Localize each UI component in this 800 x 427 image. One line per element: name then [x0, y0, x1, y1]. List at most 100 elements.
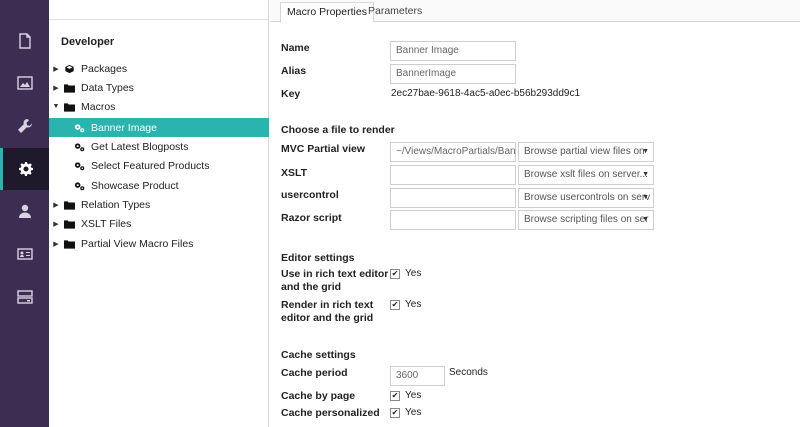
cogs-icon	[71, 161, 87, 171]
use-in-rte-label-line-2: and the grid	[281, 281, 342, 293]
mvc-partial-view-label: MVC Partial view	[281, 143, 366, 155]
tab-bar: Macro Properties Parameters	[270, 0, 800, 23]
mvc-partial-view-input[interactable]: ~/Views/MacroPartials/Bann	[390, 142, 516, 162]
cache-by-page-yes: Yes	[405, 390, 422, 401]
use-in-rte-label: Use in rich text editor and the grid	[281, 268, 388, 294]
cache-period-unit: Seconds	[449, 367, 488, 378]
checkmark-icon: ✔	[390, 407, 400, 418]
media-section-button[interactable]	[0, 62, 49, 104]
settings-section-button[interactable]	[0, 105, 49, 147]
cache-period-label: Cache period	[281, 367, 348, 379]
content-section-button[interactable]	[0, 20, 49, 62]
render-in-rte-label-line-1: Render in rich text	[281, 299, 374, 311]
xslt-browse-text: Browse xslt files on server...	[524, 169, 648, 180]
key-value: 2ec27bae-9618-4ac5-a0ec-b56b293dd9c1	[391, 88, 581, 99]
gear-icon	[19, 162, 33, 176]
folder-icon	[61, 239, 77, 249]
tree-node-xslt-files[interactable]: ▶ XSLT Files	[49, 214, 269, 233]
folder-icon	[61, 219, 77, 229]
checkmark-icon: ✔	[390, 390, 400, 401]
tree-node-data-types[interactable]: ▶ Data Types	[49, 78, 269, 97]
tree-panel: Developer ▶ Packages ▶ Data Types ▼ Macr…	[49, 0, 269, 427]
use-in-rte-yes: Yes	[405, 268, 422, 279]
tree-node-macros[interactable]: ▼ Macros	[49, 97, 269, 116]
alias-label: Alias	[281, 65, 307, 77]
render-in-rte-label: Render in rich text editor and the grid	[281, 299, 373, 325]
render-in-rte-yes: Yes	[405, 299, 422, 310]
chevron-down-icon: ▼	[642, 216, 649, 223]
tree-section-title: Developer	[61, 36, 115, 48]
cache-period-input[interactable]: 3600	[390, 366, 445, 386]
user-icon	[18, 204, 31, 218]
expand-caret-icon[interactable]: ▶	[51, 220, 61, 228]
collapse-caret-icon[interactable]: ▼	[51, 103, 61, 110]
tree-node-packages[interactable]: ▶ Packages	[49, 59, 269, 78]
alias-input[interactable]: BannerImage	[390, 64, 516, 84]
tree-node-relation-types[interactable]: ▶ Relation Types	[49, 195, 269, 214]
xslt-input[interactable]	[390, 165, 516, 185]
expand-caret-icon[interactable]: ▶	[51, 65, 61, 73]
expand-caret-icon[interactable]: ▶	[51, 240, 61, 248]
choose-file-heading: Choose a file to render	[281, 124, 395, 136]
checkmark-icon: ✔	[390, 268, 400, 279]
razor-script-label: Razor script	[281, 212, 342, 224]
tree-node-get-latest-blogposts[interactable]: Get Latest Blogposts	[49, 137, 269, 156]
box-icon	[61, 64, 77, 74]
cache-personalized-yes: Yes	[405, 407, 422, 418]
cache-by-page-label: Cache by page	[281, 390, 356, 402]
cache-personalized-checkbox[interactable]: ✔ Yes	[390, 407, 421, 418]
key-label: Key	[281, 88, 301, 100]
forms-section-button[interactable]	[0, 276, 49, 318]
members-section-button[interactable]	[0, 233, 49, 275]
cogs-icon	[71, 181, 87, 191]
tree-header-bar	[49, 0, 268, 20]
cogs-icon	[71, 123, 87, 133]
razor-script-browse-select[interactable]: Browse scripting files on ser ▼	[518, 210, 654, 230]
xslt-label: XSLT	[281, 167, 308, 179]
name-input[interactable]: Banner Image	[390, 41, 516, 61]
use-in-rte-checkbox[interactable]: ✔ Yes	[390, 268, 421, 279]
users-section-button[interactable]	[0, 190, 49, 232]
use-in-rte-label-line-1: Use in rich text editor	[281, 268, 389, 280]
chevron-down-icon: ▼	[642, 171, 649, 178]
render-in-rte-label-line-2: editor and the grid	[281, 312, 374, 324]
cogs-icon	[71, 142, 87, 152]
id-card-icon	[16, 248, 33, 260]
cache-by-page-checkbox[interactable]: ✔ Yes	[390, 390, 421, 401]
tab-parameters[interactable]: Parameters	[362, 2, 428, 23]
usercontrol-browse-text: Browse usercontrols on serv	[524, 192, 651, 203]
developer-section-button[interactable]	[0, 148, 49, 190]
image-icon	[16, 76, 33, 90]
render-in-rte-checkbox[interactable]: ✔ Yes	[390, 299, 421, 310]
cache-settings-heading: Cache settings	[281, 349, 356, 361]
razor-script-input[interactable]	[390, 210, 516, 230]
checkmark-icon: ✔	[390, 299, 400, 310]
usercontrol-browse-select[interactable]: Browse usercontrols on serv ▼	[518, 188, 654, 208]
chevron-down-icon: ▼	[642, 194, 649, 201]
name-label: Name	[281, 42, 310, 54]
tree-node-showcase-product[interactable]: Showcase Product	[49, 176, 269, 195]
razor-browse-text: Browse scripting files on ser	[524, 214, 649, 225]
expand-caret-icon[interactable]: ▶	[51, 84, 61, 92]
section-rail	[0, 0, 49, 427]
cache-personalized-label: Cache personalized	[281, 407, 380, 419]
mvc-browse-text: Browse partial view files on	[524, 146, 645, 157]
chevron-down-icon: ▼	[642, 148, 649, 155]
xslt-browse-select[interactable]: Browse xslt files on server... ▼	[518, 165, 654, 185]
tree-node-select-featured-products[interactable]: Select Featured Products	[49, 156, 269, 175]
server-icon	[16, 290, 33, 304]
folder-icon	[61, 102, 77, 112]
folder-icon	[61, 83, 77, 93]
document-icon	[18, 33, 31, 49]
usercontrol-label: usercontrol	[281, 189, 339, 201]
editor-settings-heading: Editor settings	[281, 252, 355, 264]
wrench-icon	[17, 119, 32, 133]
tree-node-banner-image[interactable]: Banner Image	[49, 118, 269, 137]
mvc-partial-view-browse-select[interactable]: Browse partial view files on ▼	[518, 142, 654, 162]
macro-properties-panel: Name Banner Image Alias BannerImage Key …	[270, 22, 800, 427]
tree-node-partial-view-macro-files[interactable]: ▶ Partial View Macro Files	[49, 234, 269, 253]
expand-caret-icon[interactable]: ▶	[51, 201, 61, 209]
usercontrol-input[interactable]	[390, 188, 516, 208]
folder-icon	[61, 200, 77, 210]
tab-macro-properties[interactable]: Macro Properties	[280, 2, 374, 23]
